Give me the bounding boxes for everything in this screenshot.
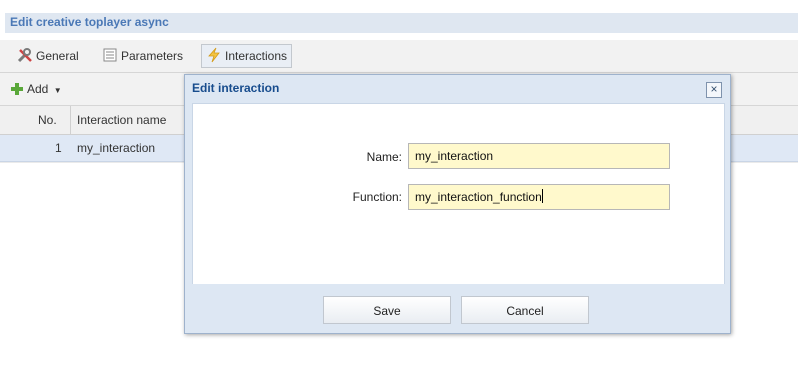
close-icon[interactable]: × — [706, 82, 722, 98]
function-label: Function: — [352, 190, 402, 204]
save-button[interactable]: Save — [323, 296, 451, 324]
function-field-value: my_interaction_function — [415, 190, 542, 204]
text-caret — [541, 189, 543, 203]
dialog-body: Name: my_interaction Function: my_intera… — [192, 103, 725, 285]
edit-interaction-dialog: Edit interaction × Name: my_interaction … — [184, 74, 731, 334]
dialog-header: Edit interaction × — [185, 75, 730, 102]
name-label: Name: — [366, 150, 402, 164]
name-field[interactable]: my_interaction — [408, 143, 670, 169]
name-field-value: my_interaction — [415, 149, 494, 163]
dialog-title: Edit interaction — [192, 81, 280, 95]
cancel-button[interactable]: Cancel — [461, 296, 589, 324]
function-field[interactable]: my_interaction_function — [408, 184, 670, 210]
dialog-footer: Save Cancel — [185, 284, 730, 333]
